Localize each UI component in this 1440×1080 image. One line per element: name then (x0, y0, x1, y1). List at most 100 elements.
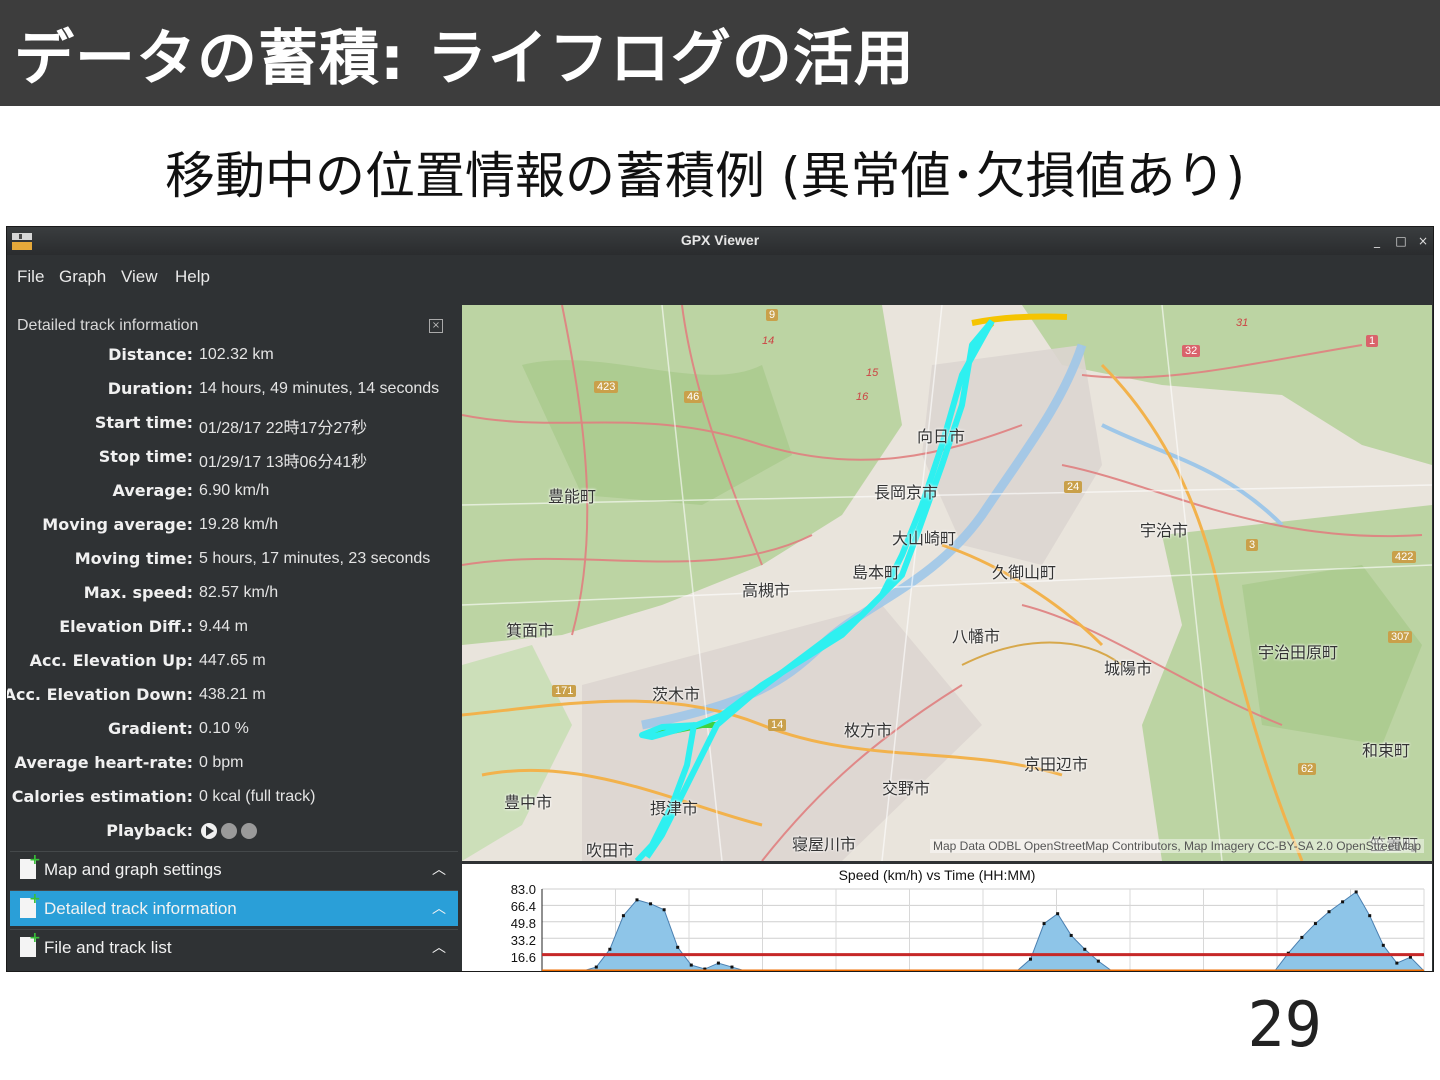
place-label: 京田辺市 (1024, 755, 1089, 774)
place-label: 摂津市 (650, 799, 699, 818)
info-value: 6.90 km/h (199, 482, 270, 499)
stop-icon[interactable] (241, 823, 257, 839)
road-number: 31 (1236, 317, 1249, 329)
data-point (621, 914, 625, 918)
row-elevation-up: Acc. Elevation Up: 447.65 m (7, 645, 459, 679)
info-label: Moving time: (74, 549, 193, 568)
place-label: 宇治田原町 (1258, 643, 1339, 662)
chevron-up-icon: ︿ (432, 940, 446, 956)
place-label: 高槻市 (742, 581, 791, 600)
pause-icon[interactable] (221, 823, 237, 839)
info-label: Average heart-rate: (14, 753, 193, 772)
info-label: Stop time: (98, 447, 193, 466)
speed-plot (541, 888, 1425, 971)
row-stop-time: Stop time: 01/29/17 13時06分41秒 (7, 441, 459, 475)
data-point (1042, 922, 1046, 926)
place-label: 吹田市 (586, 841, 635, 860)
map-view[interactable]: 向日市 長岡京市 大山崎町 島本町 高槻市 豊能町 箕面市 茨木市 摂津市 吹田… (462, 305, 1432, 861)
row-gradient: Gradient: 0.10 % (7, 713, 459, 747)
place-label: 長岡京市 (874, 483, 939, 502)
place-label: 久御山町 (992, 563, 1057, 582)
document-add-icon (20, 852, 41, 879)
place-label: 八幡市 (952, 627, 1001, 646)
info-value: 01/28/17 22時17分27秒 (199, 420, 368, 437)
row-calories: Calories estimation: 0 kcal (full track) (7, 781, 459, 815)
menu-bar: File Graph View Help (7, 257, 1433, 297)
data-point (1069, 933, 1073, 937)
data-point (1354, 890, 1358, 894)
data-point (1368, 914, 1372, 918)
close-button[interactable]: × (1413, 231, 1433, 251)
info-label: Playback: (106, 821, 193, 840)
accordion-file-track-list[interactable]: File and track list ︿ (10, 929, 458, 965)
place-label: 大山崎町 (892, 529, 957, 548)
play-icon[interactable] (201, 823, 217, 839)
accordion-label: File and track list (44, 938, 172, 957)
menu-graph[interactable]: Graph (59, 267, 106, 287)
info-value: 0 bpm (199, 754, 244, 771)
accordion-label: Map and graph settings (44, 860, 222, 879)
panel-heading: Detailed track information (17, 317, 199, 334)
data-point (1327, 910, 1331, 914)
place-label: 交野市 (882, 779, 931, 798)
data-point (1408, 955, 1412, 959)
minimize-button[interactable]: _ (1367, 231, 1387, 251)
slide-header: データの蓄積: ライフログの活用 (0, 0, 1440, 106)
document-add-icon (20, 930, 41, 957)
info-value: 5 hours, 17 minutes, 23 seconds (199, 550, 431, 567)
place-label: 宇治市 (1140, 521, 1189, 540)
info-value: 01/29/17 13時06分41秒 (199, 454, 368, 471)
road-number: 422 (1392, 551, 1417, 563)
info-label: Gradient: (107, 719, 193, 738)
road-number: 62 (1298, 763, 1317, 775)
gpx-viewer-window: GPX Viewer _ □ × File Graph View Help De… (6, 226, 1434, 972)
chevron-up-icon: ︿ (432, 901, 446, 917)
data-point (1083, 947, 1087, 951)
info-label: Average: (112, 481, 193, 500)
data-point (1056, 912, 1060, 916)
data-point (1341, 900, 1345, 904)
place-label: 和束町 (1362, 741, 1411, 760)
road-number: 14 (762, 335, 775, 347)
road-number: 32 (1182, 345, 1201, 357)
info-label: Duration: (107, 379, 193, 398)
menu-view[interactable]: View (121, 267, 158, 287)
row-moving-average: Moving average: 19.28 km/h (7, 509, 459, 543)
info-value: 0 kcal (full track) (199, 788, 316, 805)
data-point (662, 908, 666, 912)
row-max-speed: Max. speed: 82.57 km/h (7, 577, 459, 611)
data-point (1313, 922, 1317, 926)
menu-help[interactable]: Help (175, 267, 210, 287)
data-point (649, 902, 653, 906)
accordion-detailed-track-info[interactable]: Detailed track information ︿ (10, 890, 458, 926)
row-elevation-down: Acc. Elevation Down: 438.21 m (7, 679, 459, 713)
data-point (689, 963, 693, 967)
info-value: 447.65 m (199, 652, 266, 669)
place-label: 城陽市 (1104, 659, 1153, 678)
road-number: 16 (856, 391, 869, 403)
panel-close-icon[interactable]: × (429, 319, 443, 333)
road-number: 307 (1388, 631, 1413, 643)
road-number: 423 (594, 381, 619, 393)
data-point (1300, 935, 1304, 939)
accordion-map-graph-settings[interactable]: Map and graph settings ︿ (10, 851, 458, 887)
data-point (1096, 959, 1100, 963)
data-point (635, 898, 639, 902)
info-label: Acc. Elevation Up: (29, 651, 193, 670)
maximize-button[interactable]: □ (1391, 231, 1411, 251)
info-label: Max. speed: (83, 583, 193, 602)
menu-file[interactable]: File (17, 267, 44, 287)
road-number: 15 (866, 367, 879, 379)
data-point (594, 965, 598, 969)
place-label: 茨木市 (652, 685, 701, 704)
speed-graph[interactable]: Speed (km/h) vs Time (HH:MM) 83.0 66.4 4… (462, 864, 1432, 971)
road-number: 1 (1366, 335, 1379, 347)
chevron-up-icon: ︿ (432, 862, 446, 878)
info-label: Calories estimation: (11, 787, 193, 806)
place-label: 枚方市 (844, 721, 893, 740)
row-moving-time: Moving time: 5 hours, 17 minutes, 23 sec… (7, 543, 459, 577)
place-label: 向日市 (917, 427, 966, 446)
title-bar[interactable]: GPX Viewer _ □ × (7, 227, 1433, 255)
place-label: 島本町 (852, 563, 901, 582)
road-number: 46 (684, 391, 703, 403)
